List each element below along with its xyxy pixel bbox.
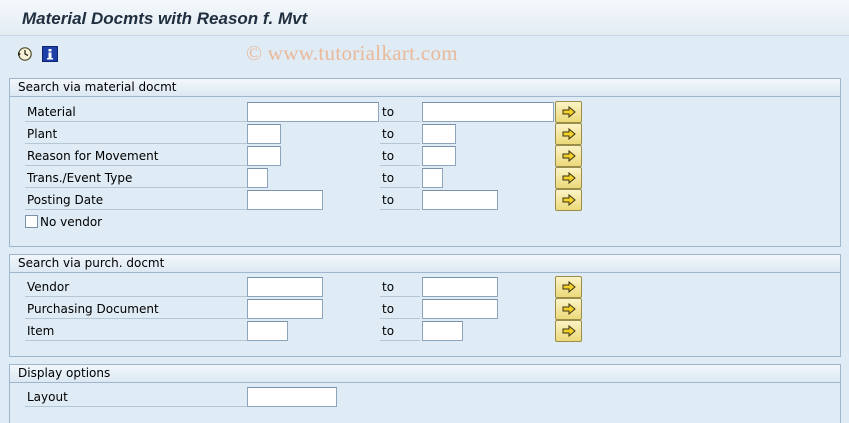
arrow-right-icon bbox=[562, 106, 576, 118]
group-purch-docmt: Search via purch. docmt Vendor to Purcha… bbox=[9, 254, 841, 357]
group-header: Display options bbox=[10, 365, 840, 383]
to-label: to bbox=[380, 278, 420, 297]
arrow-right-icon bbox=[562, 303, 576, 315]
layout-input[interactable] bbox=[247, 387, 337, 407]
row-purchasing-document: Purchasing Document to bbox=[10, 298, 840, 321]
row-posting-date: Posting Date to bbox=[10, 189, 840, 212]
arrow-right-icon bbox=[562, 150, 576, 162]
page-title: Material Docmts with Reason f. Mvt bbox=[22, 9, 308, 28]
no-vendor-checkbox[interactable] bbox=[25, 215, 38, 228]
field-label: Reason for Movement bbox=[25, 147, 251, 166]
execute-icon[interactable] bbox=[17, 46, 33, 62]
arrow-right-icon bbox=[562, 172, 576, 184]
to-label: to bbox=[380, 300, 420, 319]
multiple-selection-button[interactable] bbox=[555, 298, 582, 320]
item-to-input[interactable] bbox=[422, 321, 463, 341]
group-material-docmt: Search via material docmt Material to Pl… bbox=[9, 78, 841, 247]
field-label: Purchasing Document bbox=[25, 300, 251, 319]
info-icon[interactable] bbox=[42, 46, 58, 62]
reason-to-input[interactable] bbox=[422, 146, 456, 166]
row-material: Material to bbox=[10, 101, 840, 124]
multiple-selection-button[interactable] bbox=[555, 101, 582, 123]
field-label: Material bbox=[25, 103, 251, 122]
multiple-selection-button[interactable] bbox=[555, 276, 582, 298]
vendor-to-input[interactable] bbox=[422, 277, 498, 297]
to-label: to bbox=[380, 169, 420, 188]
multiple-selection-button[interactable] bbox=[555, 189, 582, 211]
posting-date-from-input[interactable] bbox=[247, 190, 323, 210]
to-label: to bbox=[380, 125, 420, 144]
material-to-input[interactable] bbox=[422, 102, 554, 122]
field-label: Vendor bbox=[25, 278, 251, 297]
field-label: Layout bbox=[25, 388, 251, 407]
item-from-input[interactable] bbox=[247, 321, 288, 341]
field-label: Posting Date bbox=[25, 191, 251, 210]
plant-to-input[interactable] bbox=[422, 124, 456, 144]
arrow-right-icon bbox=[562, 194, 576, 206]
no-vendor-label: No vendor bbox=[40, 215, 103, 229]
watermark: © www.tutorialkart.com bbox=[246, 41, 458, 65]
trans-event-from-input[interactable] bbox=[247, 168, 268, 188]
purchasing-doc-to-input[interactable] bbox=[422, 299, 498, 319]
to-label: to bbox=[380, 191, 420, 210]
row-plant: Plant to bbox=[10, 123, 840, 146]
multiple-selection-button[interactable] bbox=[555, 145, 582, 167]
group-header: Search via purch. docmt bbox=[10, 255, 840, 273]
row-reason-for-movement: Reason for Movement to bbox=[10, 145, 840, 168]
material-from-input[interactable] bbox=[247, 102, 379, 122]
to-label: to bbox=[380, 147, 420, 166]
posting-date-to-input[interactable] bbox=[422, 190, 498, 210]
group-display-options: Display options Layout bbox=[9, 364, 841, 423]
title-bar: Material Docmts with Reason f. Mvt bbox=[0, 0, 849, 36]
multiple-selection-button[interactable] bbox=[555, 167, 582, 189]
row-trans-event-type: Trans./Event Type to bbox=[10, 167, 840, 190]
row-layout: Layout bbox=[10, 387, 840, 409]
vendor-from-input[interactable] bbox=[247, 277, 323, 297]
to-label: to bbox=[380, 103, 420, 122]
to-label: to bbox=[380, 322, 420, 341]
reason-from-input[interactable] bbox=[247, 146, 281, 166]
arrow-right-icon bbox=[562, 325, 576, 337]
field-label: Plant bbox=[25, 125, 251, 144]
arrow-right-icon bbox=[562, 128, 576, 140]
purchasing-doc-from-input[interactable] bbox=[247, 299, 323, 319]
plant-from-input[interactable] bbox=[247, 124, 281, 144]
row-no-vendor: No vendor bbox=[10, 212, 840, 234]
row-vendor: Vendor to bbox=[10, 276, 840, 299]
arrow-right-icon bbox=[562, 281, 576, 293]
multiple-selection-button[interactable] bbox=[555, 320, 582, 342]
multiple-selection-button[interactable] bbox=[555, 123, 582, 145]
row-item: Item to bbox=[10, 320, 840, 343]
group-header: Search via material docmt bbox=[10, 79, 840, 97]
field-label: Trans./Event Type bbox=[25, 169, 251, 188]
trans-event-to-input[interactable] bbox=[422, 168, 443, 188]
field-label: Item bbox=[25, 322, 251, 341]
